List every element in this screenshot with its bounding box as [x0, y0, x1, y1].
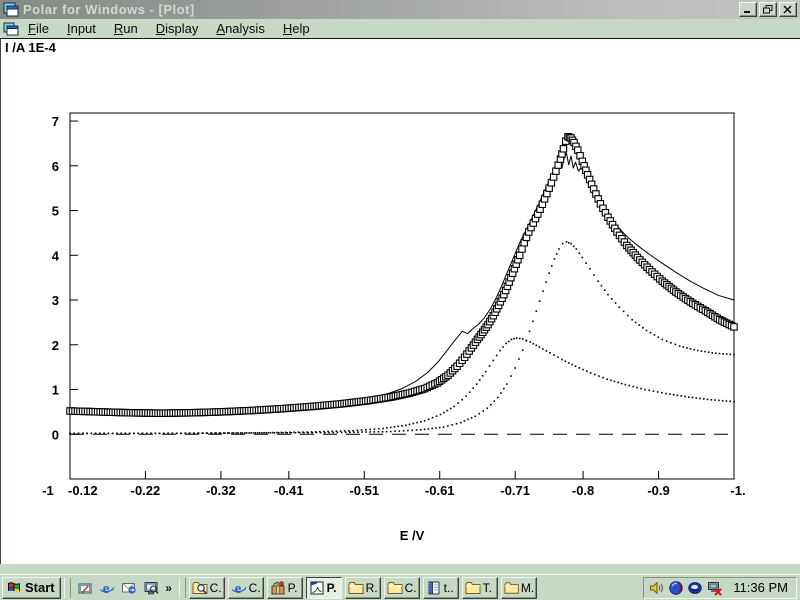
- svg-text:3: 3: [52, 293, 59, 308]
- blue-orb-icon[interactable]: [668, 580, 684, 596]
- taskbar-grip[interactable]: [64, 578, 71, 598]
- task-button-8[interactable]: T.: [462, 577, 498, 599]
- blue-capsule-icon[interactable]: [687, 580, 703, 596]
- document-window-icon[interactable]: [3, 21, 19, 37]
- menu-item-run[interactable]: Run: [114, 20, 138, 37]
- task-button-4-active[interactable]: P.: [306, 577, 342, 599]
- svg-text:5: 5: [52, 204, 59, 219]
- notebook-icon: [426, 580, 442, 596]
- app-icon[interactable]: [3, 2, 19, 18]
- quicklaunch-internet-explorer[interactable]: e: [96, 577, 118, 599]
- task-button-label: C.: [210, 581, 222, 595]
- task-button-label: t..: [444, 581, 454, 595]
- svg-text:2: 2: [52, 338, 59, 353]
- screen: { "window": { "title": "Polar for Window…: [0, 0, 800, 600]
- svg-text:e: e: [102, 581, 109, 596]
- close-button[interactable]: [779, 2, 797, 17]
- menu-bar: File Input Run Display Analysis Help: [0, 19, 800, 38]
- plot-svg: I /A 1E-4 E /V -1 0 1 2 3 4 5 6 7 -0.12 -0.22 -0.32 -0…: [1, 39, 800, 564]
- svg-text:I /A 1E-4: I /A 1E-4: [5, 40, 57, 55]
- system-tray: 11:36 PM: [643, 577, 797, 599]
- show-desktop-icon: [77, 580, 93, 596]
- svg-text:-0.32: -0.32: [206, 483, 236, 498]
- internet-explorer-icon: e: [99, 580, 115, 596]
- svg-text:-1.: -1.: [730, 483, 745, 498]
- network-offline-icon[interactable]: [706, 580, 722, 596]
- task-button-label: M.: [521, 581, 534, 595]
- folder-icon: [387, 580, 403, 596]
- task-button-6[interactable]: C.: [384, 577, 420, 599]
- svg-text:1: 1: [52, 383, 59, 398]
- svg-text:0: 0: [52, 427, 59, 442]
- svg-text:-1: -1: [42, 483, 54, 498]
- svg-text:4: 4: [52, 248, 60, 263]
- plot-client-area: I /A 1E-4 E /V -1 0 1 2 3 4 5 6 7 -0.12 -0.22 -0.32 -0…: [0, 38, 800, 564]
- clock: 11:36 PM: [733, 580, 788, 595]
- task-button-label: C.: [249, 581, 261, 595]
- svg-text:-0.61: -0.61: [425, 483, 455, 498]
- task-button-label: P.: [327, 581, 337, 595]
- start-button[interactable]: Start: [2, 577, 61, 599]
- title-bar: Polar for Windows - [Plot]: [0, 0, 800, 19]
- task-button-label: R.: [366, 581, 378, 595]
- svg-text:E /V: E /V: [400, 528, 425, 543]
- folder-icon: [348, 580, 364, 596]
- search-folder-icon: [192, 580, 208, 596]
- task-button-7[interactable]: t..: [423, 577, 459, 599]
- task-button-3[interactable]: P.: [267, 577, 303, 599]
- polar-plot-icon: [309, 580, 325, 596]
- svg-text:-0.12: -0.12: [68, 483, 98, 498]
- svg-text:-0.71: -0.71: [500, 483, 530, 498]
- quicklaunch-show-desktop[interactable]: [74, 577, 96, 599]
- folder-icon: [465, 580, 481, 596]
- outlook-express-icon: [121, 580, 137, 596]
- task-button-5[interactable]: R.: [345, 577, 381, 599]
- svg-text:e: e: [234, 581, 241, 596]
- svg-text:6: 6: [52, 159, 59, 174]
- quicklaunch-outlook-express[interactable]: [118, 577, 140, 599]
- svg-text:-0.41: -0.41: [274, 483, 304, 498]
- menu-item-file[interactable]: File: [28, 20, 49, 37]
- quicklaunch-web-channels[interactable]: [140, 577, 162, 599]
- task-button-9[interactable]: M.: [501, 577, 537, 599]
- folder-icon: [504, 580, 519, 596]
- task-button-label: T.: [483, 581, 492, 595]
- svg-text:-0.51: -0.51: [349, 483, 379, 498]
- taskbar-grip-2[interactable]: [179, 578, 186, 598]
- menu-item-input[interactable]: Input: [67, 20, 96, 37]
- windows-flag-icon: [6, 580, 22, 596]
- svg-text:-0.9: -0.9: [647, 483, 669, 498]
- svg-text:-0.8: -0.8: [572, 483, 594, 498]
- svg-text:7: 7: [52, 114, 59, 129]
- restore-button[interactable]: [759, 2, 777, 17]
- volume-icon[interactable]: [649, 580, 665, 596]
- menu-item-analysis[interactable]: Analysis: [216, 20, 264, 37]
- minimize-button[interactable]: [739, 2, 757, 17]
- taskbar: Start e »: [0, 574, 800, 600]
- package-icon: [270, 580, 286, 596]
- quicklaunch-overflow-chevron[interactable]: »: [162, 577, 176, 599]
- svg-text:-0.22: -0.22: [131, 483, 161, 498]
- internet-explorer-icon: e: [231, 580, 247, 596]
- window-controls: [739, 2, 797, 17]
- minimize-icon: [743, 5, 753, 14]
- restore-icon: [763, 5, 773, 14]
- web-channels-icon: [143, 580, 159, 596]
- task-button-2[interactable]: e C.: [228, 577, 264, 599]
- task-button-1[interactable]: C.: [189, 577, 225, 599]
- start-label: Start: [25, 580, 55, 595]
- menu-item-display[interactable]: Display: [156, 20, 199, 37]
- close-icon: [783, 5, 793, 14]
- task-button-label: P.: [288, 581, 298, 595]
- window-title: Polar for Windows - [Plot]: [23, 2, 195, 17]
- task-button-label: C.: [405, 581, 417, 595]
- menu-item-help[interactable]: Help: [283, 20, 310, 37]
